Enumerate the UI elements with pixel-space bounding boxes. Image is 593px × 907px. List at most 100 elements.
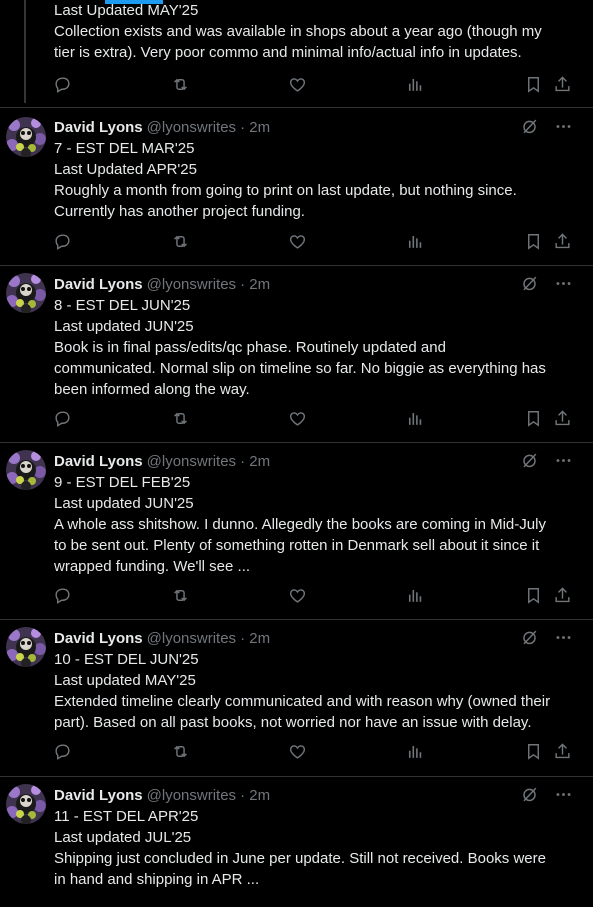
tweet[interactable]: David Lyons @lyonswrites · 2m 9 - EST DE… [0,443,593,620]
reply-icon[interactable] [52,74,72,94]
tweet[interactable]: David Lyons @lyonswrites · 2m 11 - EST D… [0,777,593,907]
tweet-text: 7 - EST DEL MAR'25 Last Updated APR'25 R… [54,138,575,222]
tweet-line: Collection exists and was available in s… [54,23,542,40]
more-icon[interactable] [554,451,574,471]
more-icon[interactable] [554,117,574,137]
like-icon[interactable] [287,231,307,251]
like-icon[interactable] [287,585,307,605]
avatar[interactable] [6,450,46,490]
tweet-text: 11 - EST DEL APR'25 Last updated JUL'25 … [54,806,575,890]
retweet-icon[interactable] [170,741,190,761]
views-icon[interactable] [404,585,424,605]
reply-icon[interactable] [52,741,72,761]
retweet-icon[interactable] [170,585,190,605]
share-icon[interactable] [552,408,572,428]
author-name[interactable]: David Lyons [54,119,143,136]
grok-icon[interactable] [520,451,540,471]
tweet-text: 8 - EST DEL JUN'25 Last updated JUN'25 B… [54,295,575,400]
avatar[interactable] [6,627,46,667]
avatar[interactable] [6,784,46,824]
author-handle[interactable]: @lyonswrites [147,276,236,293]
retweet-icon[interactable] [170,231,190,251]
tweet-time[interactable]: · 2m [240,453,270,470]
views-icon[interactable] [404,74,424,94]
tweet-line: Extended timeline clearly communicated a… [54,693,551,710]
tweet-line: 7 - EST DEL MAR'25 [54,140,195,157]
retweet-icon[interactable] [170,408,190,428]
bookmark-icon[interactable] [523,231,543,251]
tweet-line: Book is in final pass/edits/qc phase. Ro… [54,339,446,356]
tweet-actions [52,741,572,763]
tweet[interactable]: David Lyons @lyonswrites · 2m 7 - EST DE… [0,108,593,266]
author-name[interactable]: David Lyons [54,453,143,470]
tweet-line: Last Updated MAY'25 [54,2,199,19]
avatar[interactable] [6,117,46,157]
tweet-line: 10 - EST DEL JUN'25 [54,651,199,668]
grok-icon[interactable] [520,117,540,137]
grok-icon[interactable] [520,274,540,294]
views-icon[interactable] [404,231,424,251]
tweet-actions [52,585,572,607]
share-icon[interactable] [552,231,572,251]
share-icon[interactable] [552,74,572,94]
more-icon[interactable] [554,785,574,805]
more-icon[interactable] [554,628,574,648]
avatar[interactable] [6,273,46,313]
tweet-line: 9 - EST DEL FEB'25 [54,474,191,491]
tweet-line: 11 - EST DEL APR'25 [54,808,199,825]
author-name[interactable]: David Lyons [54,276,143,293]
tweet-time[interactable]: · 2m [240,787,270,804]
tweet-line: Shipping just concluded in June per upda… [54,850,546,867]
tweet-actions [52,408,572,430]
tweet-line: Currently has another project funding. [54,203,305,220]
author-handle[interactable]: @lyonswrites [147,453,236,470]
more-icon[interactable] [554,274,574,294]
retweet-icon[interactable] [170,74,190,94]
grok-icon[interactable] [520,628,540,648]
tweet-header: David Lyons @lyonswrites · 2m [54,116,574,138]
bookmark-icon[interactable] [523,585,543,605]
author-handle[interactable]: @lyonswrites [147,119,236,136]
tweet-header-actions [520,450,574,472]
tweet-line: part). Based on all past books, not worr… [54,714,532,731]
bookmark-icon[interactable] [523,408,543,428]
reply-icon[interactable] [52,408,72,428]
author-handle[interactable]: @lyonswrites [147,787,236,804]
tweet-text: 9 - EST DEL FEB'25 Last updated JUN'25 A… [54,472,575,577]
tweet-header-actions [520,784,574,806]
tweet[interactable]: David Lyons @lyonswrites · 2m 10 - EST D… [0,620,593,777]
views-icon[interactable] [404,741,424,761]
tweet-actions [52,74,572,96]
tweet-line: 8 - EST DEL JUN'25 [54,297,191,314]
author-name[interactable]: David Lyons [54,787,143,804]
reply-icon[interactable] [52,231,72,251]
tweet-line: Last updated JUL'25 [54,829,192,846]
share-icon[interactable] [552,741,572,761]
author-name[interactable]: David Lyons [54,630,143,647]
bookmark-icon[interactable] [523,741,543,761]
tweet-line: in hand and shipping in APR ... [54,871,260,888]
tweet-line: Roughly a month from going to print on l… [54,182,517,199]
tweet-time[interactable]: · 2m [240,119,270,136]
tweet-line: A whole ass shitshow. I dunno. Allegedly… [54,516,546,533]
reply-icon[interactable] [52,585,72,605]
tweet-time[interactable]: · 2m [240,630,270,647]
views-icon[interactable] [404,408,424,428]
like-icon[interactable] [287,74,307,94]
tweet-partial[interactable]: Last Updated MAY'25 Collection exists an… [0,0,593,108]
share-icon[interactable] [552,585,572,605]
like-icon[interactable] [287,408,307,428]
tweet-text: 10 - EST DEL JUN'25 Last updated MAY'25 … [54,649,575,733]
tweet-line: Last updated JUN'25 [54,495,194,512]
tweet-line: tier is extra). Very poor commo and mini… [54,44,522,61]
tweet-header: David Lyons @lyonswrites · 2m [54,784,574,806]
bookmark-icon[interactable] [523,74,543,94]
like-icon[interactable] [287,741,307,761]
tweet[interactable]: David Lyons @lyonswrites · 2m 8 - EST DE… [0,266,593,443]
tweet-header-actions [520,627,574,649]
tweet-line: wrapped funding. We'll see ... [54,558,251,575]
author-handle[interactable]: @lyonswrites [147,630,236,647]
tweet-time[interactable]: · 2m [240,276,270,293]
grok-icon[interactable] [520,785,540,805]
tweet-header: David Lyons @lyonswrites · 2m [54,450,574,472]
